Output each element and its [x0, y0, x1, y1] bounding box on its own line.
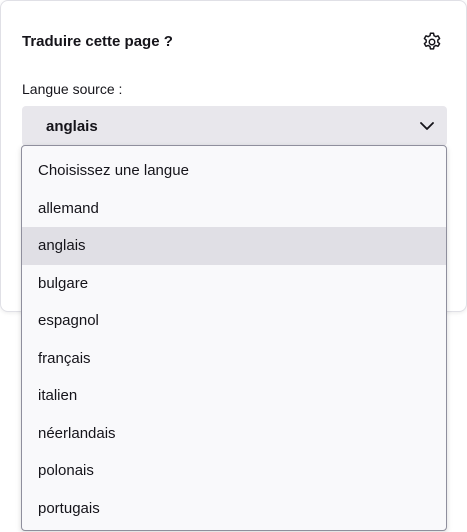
- settings-button[interactable]: [418, 28, 446, 56]
- option-choose-language[interactable]: Choisissez une langue: [22, 152, 446, 190]
- option-espagnol[interactable]: espagnol: [22, 302, 446, 340]
- option-italien[interactable]: italien: [22, 377, 446, 415]
- source-language-select[interactable]: anglais: [22, 106, 447, 146]
- language-dropdown-list[interactable]: Choisissez une langue allemand anglais b…: [21, 145, 447, 531]
- option-portugais[interactable]: portugais: [22, 490, 446, 528]
- source-language-label: Langue source :: [22, 81, 123, 97]
- option-francais[interactable]: français: [22, 340, 446, 378]
- panel-title: Traduire cette page ?: [22, 33, 173, 50]
- option-bulgare[interactable]: bulgare: [22, 265, 446, 303]
- option-neerlandais[interactable]: néerlandais: [22, 415, 446, 453]
- gear-icon: [423, 32, 441, 50]
- option-allemand[interactable]: allemand: [22, 190, 446, 228]
- option-anglais[interactable]: anglais: [22, 227, 446, 265]
- option-polonais[interactable]: polonais: [22, 452, 446, 490]
- chevron-down-icon: [420, 122, 434, 130]
- source-language-value: anglais: [46, 118, 98, 135]
